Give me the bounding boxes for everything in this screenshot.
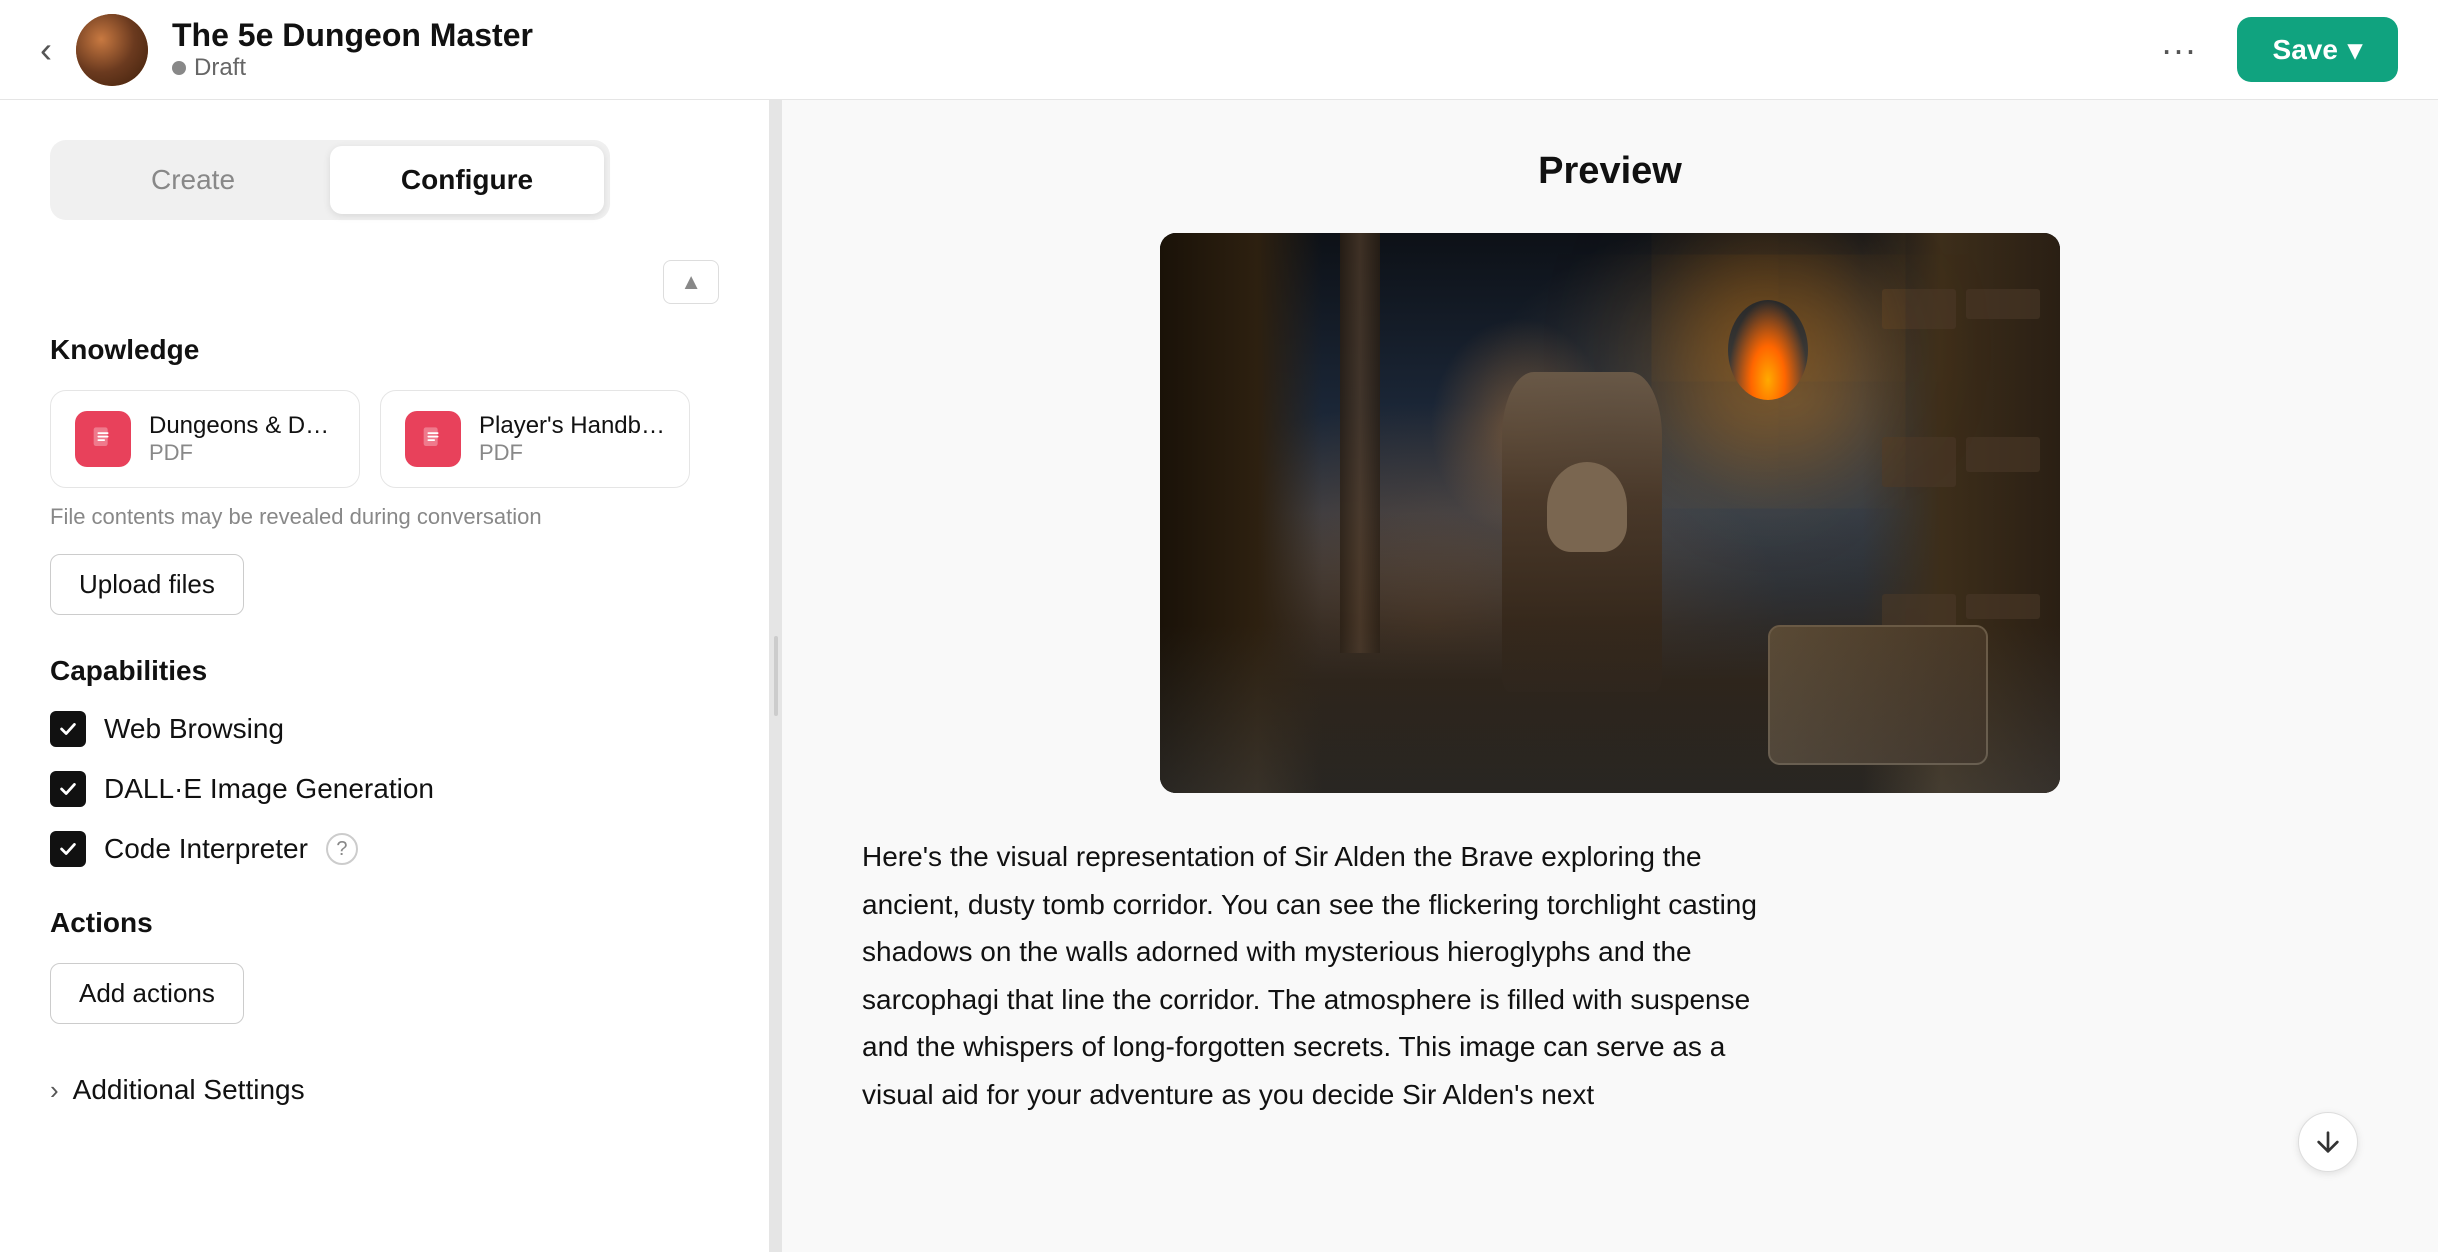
file-card-1[interactable]: Dungeons & Dragons Core... PDF: [50, 390, 360, 488]
collapse-area: ▲: [50, 260, 719, 304]
additional-settings[interactable]: › Additional Settings: [50, 1064, 719, 1116]
dalle-label: DALL·E Image Generation: [104, 773, 434, 805]
header-status: Draft: [172, 54, 533, 82]
right-panel: Preview: [782, 100, 2438, 1252]
additional-settings-chevron-icon: ›: [50, 1075, 59, 1106]
file-info-2: Player's Handbook 5e.pdf PDF: [479, 412, 665, 466]
collapse-button[interactable]: ▲: [663, 260, 719, 304]
tab-configure[interactable]: Configure: [330, 146, 604, 214]
file-name-2: Player's Handbook 5e.pdf: [479, 412, 665, 440]
capability-dalle: DALL·E Image Generation: [50, 771, 719, 807]
web-browsing-label: Web Browsing: [104, 713, 284, 745]
avatar-image: [76, 14, 148, 86]
header-left: ‹ The 5e Dungeon Master Draft: [40, 14, 533, 86]
file-name-1: Dungeons & Dragons Core...: [149, 412, 335, 440]
save-dropdown-icon: ▾: [2348, 33, 2362, 66]
file-icon-2: [405, 411, 461, 467]
actions-section-title: Actions: [50, 907, 719, 939]
capability-web-browsing: Web Browsing: [50, 711, 719, 747]
capabilities-section: Capabilities Web Browsing DALL·E Image G…: [50, 655, 719, 867]
file-type-1: PDF: [149, 440, 335, 466]
tabs: Create Configure: [50, 140, 610, 220]
divider-line: [774, 636, 778, 716]
dungeon-scene: [1160, 233, 2060, 793]
save-button[interactable]: Save ▾: [2237, 17, 2398, 82]
code-interpreter-label: Code Interpreter: [104, 833, 308, 865]
gpt-title: The 5e Dungeon Master: [172, 17, 533, 54]
header-right: ··· Save ▾: [2145, 17, 2398, 82]
left-panel: Create Configure ▲ Knowledge Dungeons & …: [0, 100, 770, 1252]
capabilities-section-title: Capabilities: [50, 655, 719, 687]
preview-image: [1160, 233, 2060, 793]
preview-title: Preview: [862, 150, 2358, 193]
file-type-2: PDF: [479, 440, 665, 466]
file-card-2[interactable]: Player's Handbook 5e.pdf PDF: [380, 390, 690, 488]
checkbox-code-interpreter[interactable]: [50, 831, 86, 867]
header-title-block: The 5e Dungeon Master Draft: [172, 17, 533, 82]
avatar: [76, 14, 148, 86]
scroll-down-button[interactable]: [2298, 1112, 2358, 1172]
save-label: Save: [2273, 34, 2338, 66]
additional-settings-label: Additional Settings: [73, 1074, 305, 1106]
add-actions-button[interactable]: Add actions: [50, 963, 244, 1024]
header: ‹ The 5e Dungeon Master Draft ··· Save ▾: [0, 0, 2438, 100]
knowledge-section-title: Knowledge: [50, 334, 719, 366]
file-info-1: Dungeons & Dragons Core... PDF: [149, 412, 335, 466]
panel-divider[interactable]: [770, 100, 782, 1252]
tab-create[interactable]: Create: [56, 146, 330, 214]
file-note: File contents may be revealed during con…: [50, 504, 719, 530]
file-icon-1: [75, 411, 131, 467]
preview-description: Here's the visual representation of Sir …: [862, 833, 1762, 1119]
knowledge-files: Dungeons & Dragons Core... PDF Player's …: [50, 390, 719, 488]
more-button[interactable]: ···: [2145, 21, 2213, 79]
upload-files-button[interactable]: Upload files: [50, 554, 244, 615]
code-interpreter-help-icon[interactable]: ?: [326, 833, 358, 865]
status-label: Draft: [194, 54, 246, 82]
main-layout: Create Configure ▲ Knowledge Dungeons & …: [0, 100, 2438, 1252]
checkbox-web-browsing[interactable]: [50, 711, 86, 747]
back-button[interactable]: ‹: [40, 29, 52, 71]
capability-code-interpreter: Code Interpreter ?: [50, 831, 719, 867]
checkbox-dalle[interactable]: [50, 771, 86, 807]
status-dot: [172, 61, 186, 75]
actions-section: Actions Add actions: [50, 907, 719, 1024]
